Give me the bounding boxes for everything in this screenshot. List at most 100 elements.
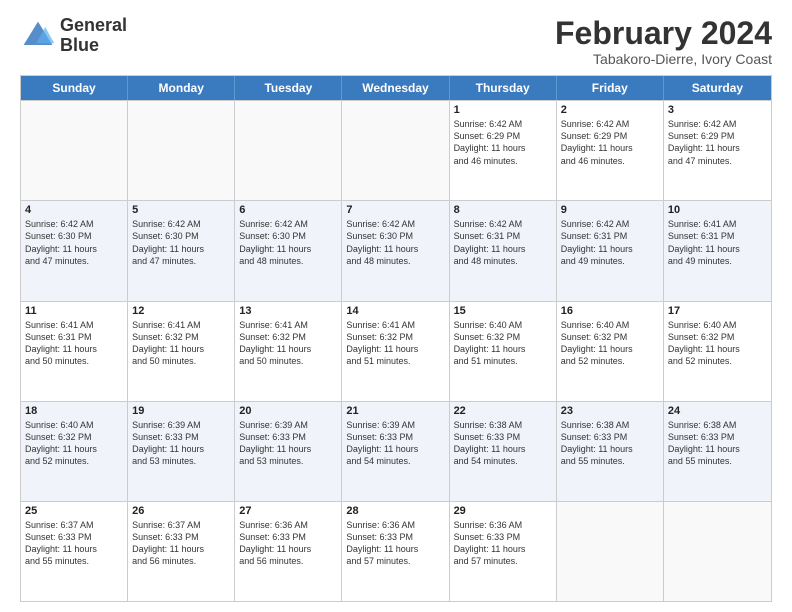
cal-cell-r2c5: 16 Sunrise: 6:40 AMSunset: 6:32 PMDayligh…	[557, 302, 664, 401]
day-info: Sunrise: 6:41 AMSunset: 6:31 PMDaylight:…	[668, 218, 767, 267]
day-info: Sunrise: 6:38 AMSunset: 6:33 PMDaylight:…	[561, 419, 659, 468]
day-number: 24	[668, 405, 767, 417]
cal-row-4: 25 Sunrise: 6:37 AMSunset: 6:33 PMDayligh…	[21, 501, 771, 601]
day-info: Sunrise: 6:40 AMSunset: 6:32 PMDaylight:…	[454, 319, 552, 368]
day-info: Sunrise: 6:38 AMSunset: 6:33 PMDaylight:…	[454, 419, 552, 468]
day-number: 27	[239, 505, 337, 517]
cal-cell-r1c6: 10Sunrise: 6:41 AMSunset: 6:31 PMDayligh…	[664, 201, 771, 300]
cal-cell-r2c6: 17Sunrise: 6:40 AMSunset: 6:32 PMDayligh…	[664, 302, 771, 401]
subtitle: Tabakoro-Dierre, Ivory Coast	[555, 51, 772, 67]
day-number: 16	[561, 305, 659, 317]
cal-cell-r2c4: 15 Sunrise: 6:40 AMSunset: 6:32 PMDayligh…	[450, 302, 557, 401]
cal-cell-r0c5: 2 Sunrise: 6:42 AMSunset: 6:29 PMDaylight…	[557, 101, 664, 200]
cal-header-wednesday: Wednesday	[342, 76, 449, 100]
day-number: 20	[239, 405, 337, 417]
day-info: Sunrise: 6:40 AMSunset: 6:32 PMDaylight:…	[668, 319, 767, 368]
day-info: Sunrise: 6:42 AMSunset: 6:29 PMDaylight:…	[561, 118, 659, 167]
day-info: Sunrise: 6:42 AMSunset: 6:31 PMDaylight:…	[454, 218, 552, 267]
day-info: Sunrise: 6:42 AMSunset: 6:31 PMDaylight:…	[561, 218, 659, 267]
cal-cell-r4c0: 25 Sunrise: 6:37 AMSunset: 6:33 PMDayligh…	[21, 502, 128, 601]
main-title: February 2024	[555, 16, 772, 51]
logo-icon	[20, 18, 56, 54]
cal-cell-r1c0: 4Sunrise: 6:42 AMSunset: 6:30 PMDaylight…	[21, 201, 128, 300]
day-info: Sunrise: 6:36 AMSunset: 6:33 PMDaylight:…	[239, 519, 337, 568]
cal-cell-r1c1: 5 Sunrise: 6:42 AMSunset: 6:30 PMDaylight…	[128, 201, 235, 300]
cal-cell-r1c5: 9 Sunrise: 6:42 AMSunset: 6:31 PMDaylight…	[557, 201, 664, 300]
day-number: 13	[239, 305, 337, 317]
cal-cell-r3c3: 21Sunrise: 6:39 AMSunset: 6:33 PMDayligh…	[342, 402, 449, 501]
day-info: Sunrise: 6:41 AMSunset: 6:31 PMDaylight:…	[25, 319, 123, 368]
day-info: Sunrise: 6:42 AMSunset: 6:30 PMDaylight:…	[25, 218, 123, 267]
cal-cell-r4c3: 28Sunrise: 6:36 AMSunset: 6:33 PMDayligh…	[342, 502, 449, 601]
cal-row-1: 4Sunrise: 6:42 AMSunset: 6:30 PMDaylight…	[21, 200, 771, 300]
cal-cell-r4c4: 29 Sunrise: 6:36 AMSunset: 6:33 PMDayligh…	[450, 502, 557, 601]
day-number: 7	[346, 204, 444, 216]
header: General Blue February 2024 Tabakoro-Dier…	[20, 16, 772, 67]
day-number: 23	[561, 405, 659, 417]
cal-cell-r1c2: 6 Sunrise: 6:42 AMSunset: 6:30 PMDaylight…	[235, 201, 342, 300]
day-number: 29	[454, 505, 552, 517]
day-info: Sunrise: 6:41 AMSunset: 6:32 PMDaylight:…	[346, 319, 444, 368]
logo-text: General Blue	[60, 16, 127, 56]
day-info: Sunrise: 6:39 AMSunset: 6:33 PMDaylight:…	[239, 419, 337, 468]
cal-cell-r3c0: 18Sunrise: 6:40 AMSunset: 6:32 PMDayligh…	[21, 402, 128, 501]
day-number: 6	[239, 204, 337, 216]
cal-cell-r3c1: 19 Sunrise: 6:39 AMSunset: 6:33 PMDayligh…	[128, 402, 235, 501]
day-info: Sunrise: 6:41 AMSunset: 6:32 PMDaylight:…	[239, 319, 337, 368]
logo-line1: General	[60, 16, 127, 36]
page: General Blue February 2024 Tabakoro-Dier…	[0, 0, 792, 612]
cal-cell-r4c5	[557, 502, 664, 601]
cal-cell-r3c2: 20 Sunrise: 6:39 AMSunset: 6:33 PMDayligh…	[235, 402, 342, 501]
day-number: 15	[454, 305, 552, 317]
day-info: Sunrise: 6:42 AMSunset: 6:29 PMDaylight:…	[668, 118, 767, 167]
cal-cell-r2c1: 12Sunrise: 6:41 AMSunset: 6:32 PMDayligh…	[128, 302, 235, 401]
day-info: Sunrise: 6:36 AMSunset: 6:33 PMDaylight:…	[454, 519, 552, 568]
cal-header-tuesday: Tuesday	[235, 76, 342, 100]
day-info: Sunrise: 6:38 AMSunset: 6:33 PMDaylight:…	[668, 419, 767, 468]
day-info: Sunrise: 6:42 AMSunset: 6:30 PMDaylight:…	[132, 218, 230, 267]
day-number: 12	[132, 305, 230, 317]
calendar-header-row: SundayMondayTuesdayWednesdayThursdayFrid…	[21, 76, 771, 100]
day-info: Sunrise: 6:42 AMSunset: 6:30 PMDaylight:…	[239, 218, 337, 267]
cal-cell-r3c6: 24 Sunrise: 6:38 AMSunset: 6:33 PMDayligh…	[664, 402, 771, 501]
title-block: February 2024 Tabakoro-Dierre, Ivory Coa…	[555, 16, 772, 67]
cal-header-saturday: Saturday	[664, 76, 771, 100]
cal-cell-r2c2: 13 Sunrise: 6:41 AMSunset: 6:32 PMDayligh…	[235, 302, 342, 401]
cal-cell-r2c3: 14 Sunrise: 6:41 AMSunset: 6:32 PMDayligh…	[342, 302, 449, 401]
day-number: 14	[346, 305, 444, 317]
cal-header-friday: Friday	[557, 76, 664, 100]
day-info: Sunrise: 6:40 AMSunset: 6:32 PMDaylight:…	[561, 319, 659, 368]
logo: General Blue	[20, 16, 127, 56]
cal-header-sunday: Sunday	[21, 76, 128, 100]
cal-cell-r4c1: 26Sunrise: 6:37 AMSunset: 6:33 PMDayligh…	[128, 502, 235, 601]
day-info: Sunrise: 6:39 AMSunset: 6:33 PMDaylight:…	[132, 419, 230, 468]
day-number: 5	[132, 204, 230, 216]
day-number: 2	[561, 104, 659, 116]
cal-cell-r1c3: 7 Sunrise: 6:42 AMSunset: 6:30 PMDaylight…	[342, 201, 449, 300]
calendar: SundayMondayTuesdayWednesdayThursdayFrid…	[20, 75, 772, 602]
cal-cell-r0c1	[128, 101, 235, 200]
day-number: 21	[346, 405, 444, 417]
day-number: 22	[454, 405, 552, 417]
day-info: Sunrise: 6:42 AMSunset: 6:29 PMDaylight:…	[454, 118, 552, 167]
day-info: Sunrise: 6:40 AMSunset: 6:32 PMDaylight:…	[25, 419, 123, 468]
logo-line2: Blue	[60, 36, 127, 56]
cal-cell-r0c2	[235, 101, 342, 200]
cal-header-monday: Monday	[128, 76, 235, 100]
calendar-body: 1 Sunrise: 6:42 AMSunset: 6:29 PMDaylight…	[21, 100, 771, 601]
day-number: 8	[454, 204, 552, 216]
day-info: Sunrise: 6:42 AMSunset: 6:30 PMDaylight:…	[346, 218, 444, 267]
day-number: 19	[132, 405, 230, 417]
cal-row-3: 18Sunrise: 6:40 AMSunset: 6:32 PMDayligh…	[21, 401, 771, 501]
cal-cell-r0c4: 1 Sunrise: 6:42 AMSunset: 6:29 PMDaylight…	[450, 101, 557, 200]
cal-cell-r4c6	[664, 502, 771, 601]
day-number: 1	[454, 104, 552, 116]
day-number: 25	[25, 505, 123, 517]
cal-row-0: 1 Sunrise: 6:42 AMSunset: 6:29 PMDaylight…	[21, 100, 771, 200]
cal-cell-r1c4: 8 Sunrise: 6:42 AMSunset: 6:31 PMDaylight…	[450, 201, 557, 300]
day-number: 28	[346, 505, 444, 517]
cal-row-2: 11Sunrise: 6:41 AMSunset: 6:31 PMDayligh…	[21, 301, 771, 401]
day-info: Sunrise: 6:37 AMSunset: 6:33 PMDaylight:…	[25, 519, 123, 568]
day-number: 9	[561, 204, 659, 216]
day-info: Sunrise: 6:37 AMSunset: 6:33 PMDaylight:…	[132, 519, 230, 568]
